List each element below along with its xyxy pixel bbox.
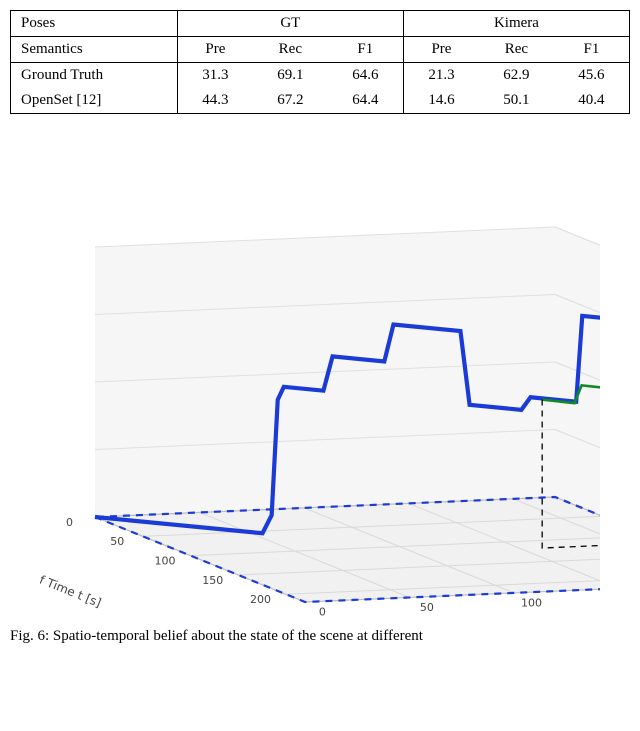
cell: 64.6 <box>328 63 404 89</box>
svg-text:100: 100 <box>521 596 542 609</box>
col-rec: Rec <box>479 37 554 63</box>
cell: 64.4 <box>328 88 404 114</box>
col-f1: F1 <box>328 37 404 63</box>
figure-caption: Fig. 6: Spatio-temporal belief about the… <box>10 628 630 645</box>
svg-text:0: 0 <box>319 605 326 618</box>
cell: 40.4 <box>554 88 630 114</box>
hdr-poses: Poses <box>11 11 178 37</box>
cell: 21.3 <box>403 63 479 89</box>
hdr-gt: GT <box>177 11 403 37</box>
chart-svg: 0501001502000501001502000.025.050.075.01… <box>40 122 600 622</box>
svg-text:0: 0 <box>66 516 73 529</box>
col-pre: Pre <box>177 37 253 63</box>
figure-3d-chart: 0501001502000501001502000.025.050.075.01… <box>40 122 600 622</box>
hdr-kimera: Kimera <box>403 11 629 37</box>
cell: 62.9 <box>479 63 554 89</box>
row-label: OpenSet [12] <box>11 88 178 114</box>
cell: 69.1 <box>253 63 328 89</box>
cell: 67.2 <box>253 88 328 114</box>
col-pre: Pre <box>403 37 479 63</box>
svg-text:Robot Time T [s]: Robot Time T [s] <box>567 609 600 622</box>
hdr-semantics: Semantics <box>11 37 178 63</box>
row-label: Ground Truth <box>11 63 178 89</box>
svg-text:100: 100 <box>155 554 176 567</box>
cell: 50.1 <box>479 88 554 114</box>
svg-text:Belief Time t [s]: Belief Time t [s] <box>40 562 103 611</box>
col-f1: F1 <box>554 37 630 63</box>
svg-text:50: 50 <box>420 601 434 614</box>
cell: 31.3 <box>177 63 253 89</box>
cell: 44.3 <box>177 88 253 114</box>
svg-text:50: 50 <box>110 535 124 548</box>
col-rec: Rec <box>253 37 328 63</box>
results-table: Poses GT Kimera Semantics Pre Rec F1 Pre… <box>10 10 630 114</box>
cell: 14.6 <box>403 88 479 114</box>
table-row: OpenSet [12] 44.3 67.2 64.4 14.6 50.1 40… <box>11 88 630 114</box>
svg-text:150: 150 <box>202 574 223 587</box>
cell: 45.6 <box>554 63 630 89</box>
table-row: Ground Truth 31.3 69.1 64.6 21.3 62.9 45… <box>11 63 630 89</box>
svg-text:200: 200 <box>250 593 271 606</box>
